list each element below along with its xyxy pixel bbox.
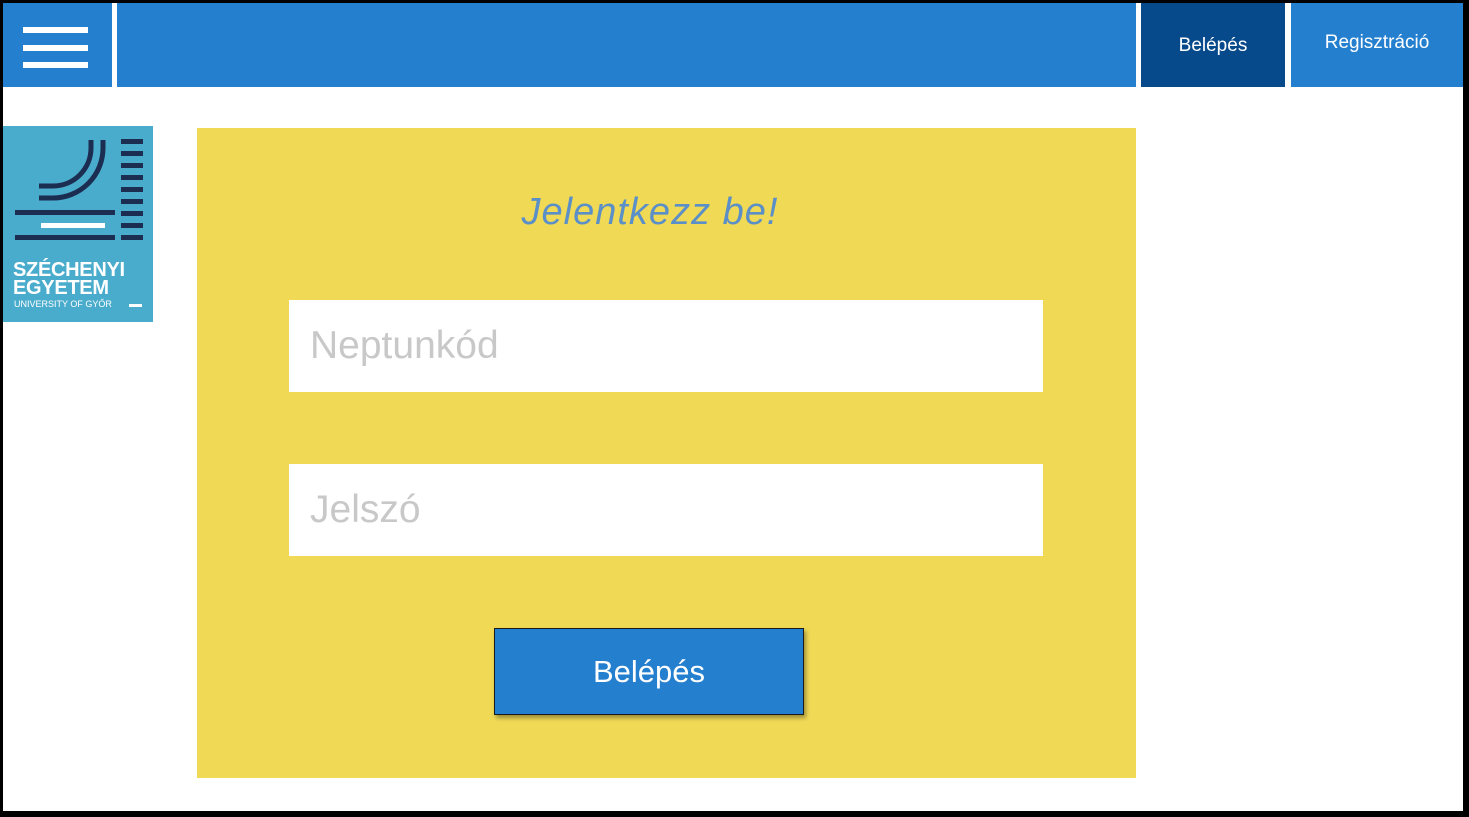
login-title: Jelentkezz be! [521,191,779,233]
logo-text-line2: EGYETEM [13,277,109,299]
neptun-code-placeholder: Neptunkód [310,324,499,367]
login-submit-label: Belépés [592,653,706,689]
menu-bar [23,62,88,68]
logo-bar [15,235,115,240]
logo-stripe [121,211,143,216]
nav-register-button[interactable]: Regisztráció [1291,3,1463,87]
logo-stripe [121,175,143,180]
neptun-code-input[interactable]: Neptunkód [289,300,1043,392]
logo-text-line3: UNIVERSITY OF GYŐR [14,299,112,309]
nav-login-button[interactable]: Belépés [1141,3,1285,87]
logo-stripe [121,235,143,240]
hamburger-menu-icon[interactable] [3,3,112,87]
logo-stripe [121,163,143,168]
university-logo: SZÉCHENYI EGYETEM UNIVERSITY OF GYŐR [3,126,153,322]
nav-register-label: Regisztráció [1324,32,1430,53]
logo-arc [39,140,94,189]
logo-stripe [121,199,143,204]
menu-bar [23,45,88,51]
logo-dash [129,304,142,307]
logo-stripe [121,151,143,156]
logo-stripe [121,187,143,192]
logo-bar [41,223,105,228]
logo-stripe [121,223,143,228]
login-panel: Jelentkezz be! Neptunkód Jelszó Belépés [197,128,1136,778]
password-placeholder: Jelszó [310,488,421,531]
logo-bar [15,210,115,215]
login-submit-button[interactable]: Belépés [494,628,804,715]
menu-bar [23,27,88,33]
nav-login-label: Belépés [1178,35,1248,56]
logo-mark-icon [15,139,143,240]
logo-stripe [121,139,143,144]
password-input[interactable]: Jelszó [289,464,1043,556]
app-frame: Belépés Regisztráció SZÉCHENYI EGYETEM U… [3,3,1463,811]
header-bar [117,3,1136,87]
